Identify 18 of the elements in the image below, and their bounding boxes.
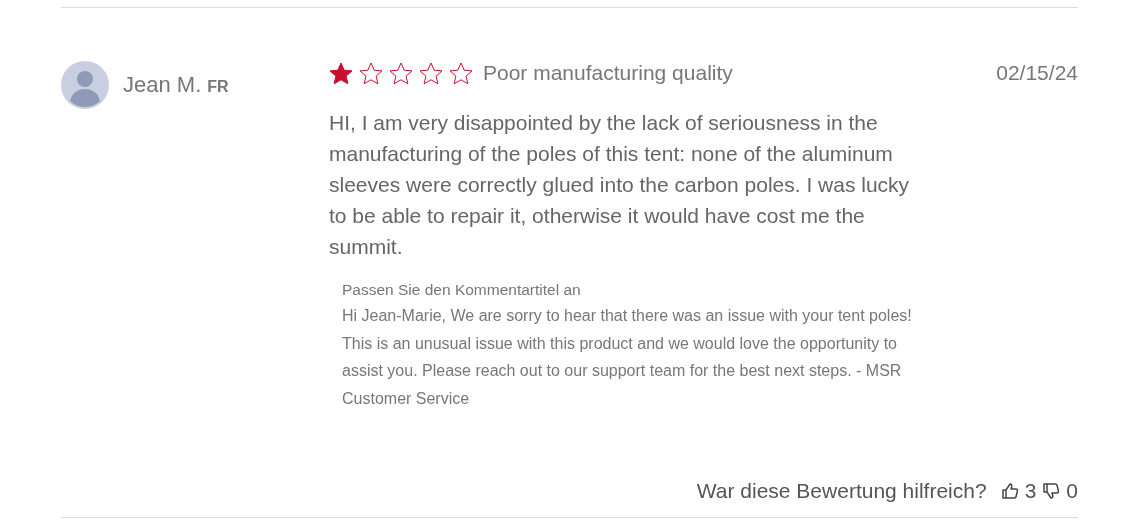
review-date: 02/15/24 <box>996 61 1078 85</box>
star-icon <box>329 61 353 85</box>
author-name: Jean M. <box>123 72 202 97</box>
unhelpful-count: 0 <box>1066 479 1078 503</box>
country-code: FR <box>207 78 229 95</box>
thumbs-up-icon[interactable] <box>1000 482 1019 500</box>
helpful-question: War diese Bewertung hilfreich? <box>696 479 987 503</box>
star-icon <box>419 61 443 85</box>
thumbs-down-icon[interactable] <box>1042 482 1061 500</box>
response-title: Passen Sie den Kommentartitel an <box>342 280 582 300</box>
star-icon <box>449 61 473 85</box>
star-icon <box>359 61 383 85</box>
review-text: HI, I am very disappointed by the lack of seriousness in the manufacturing of the poles of this tent: none of the aluminum sleeves were correctly glued into the carbon poles. I was lucky to be able to repair it, otherwise it would have cost me the summit. <box>329 110 911 260</box>
helpful-count: 3 <box>1024 479 1037 503</box>
star-icon <box>389 61 413 85</box>
avatar-icon <box>61 61 109 109</box>
review-title: Poor manufacturing quality <box>483 61 733 85</box>
response-text: Hi Jean-Marie, We are sorry to hear that there was an issue with your tent poles! This is an unusual issue with this product and we would love the opportunity to assist you. Please reach out to our support team for the best next steps. - MSR Customer Service <box>342 306 913 409</box>
